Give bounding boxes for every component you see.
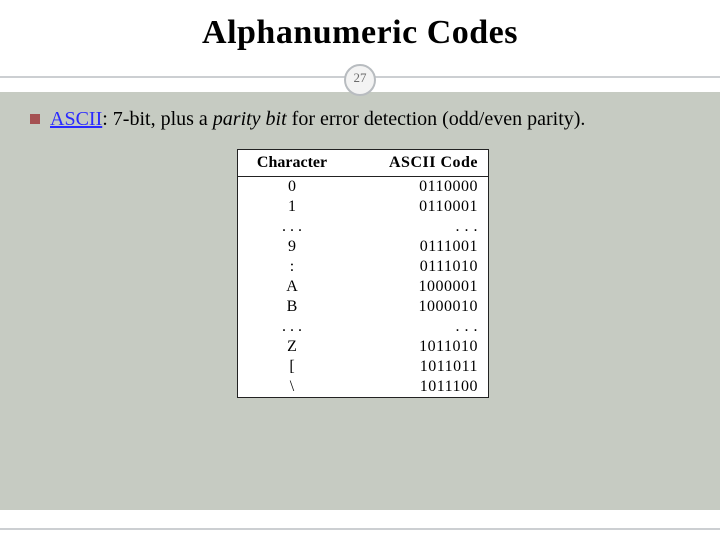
ascii-link[interactable]: ASCII xyxy=(50,108,102,130)
cell-char: \ xyxy=(252,378,332,396)
cell-code: 1000010 xyxy=(378,298,478,316)
cell-code: . . . xyxy=(378,218,478,236)
slide: Alphanumeric Codes 27 ASCII: 7-bit, plus… xyxy=(0,0,720,540)
bullet-text: ASCII: 7-bit, plus a parity bit for erro… xyxy=(50,106,585,133)
ascii-table: Character ASCII Code 0 0110000 1 0110001… xyxy=(237,149,489,398)
table-row: 1 0110001 xyxy=(238,197,488,217)
table-row: A 1000001 xyxy=(238,277,488,297)
bullet-text-part2: for error detection (odd/even parity). xyxy=(287,108,586,130)
cell-char: : xyxy=(252,258,332,276)
cell-char: 1 xyxy=(252,198,332,216)
cell-char: 9 xyxy=(252,238,332,256)
cell-code: . . . xyxy=(378,318,478,336)
cell-char: Z xyxy=(252,338,332,356)
cell-code: 1011011 xyxy=(378,358,478,376)
page-number-badge: 27 xyxy=(344,64,376,96)
cell-code: 1000001 xyxy=(378,278,478,296)
table-row: 9 0111001 xyxy=(238,237,488,257)
cell-code: 0110000 xyxy=(378,178,478,196)
footer-divider xyxy=(0,528,720,530)
cell-char: B xyxy=(252,298,332,316)
table-row: Z 1011010 xyxy=(238,337,488,357)
bullet-italic: parity bit xyxy=(213,108,287,130)
bullet-item: ASCII: 7-bit, plus a parity bit for erro… xyxy=(30,106,696,133)
cell-code: 0111001 xyxy=(378,238,478,256)
table-row: 0 0110000 xyxy=(238,177,488,197)
table-row: \ 1011100 xyxy=(238,377,488,397)
slide-title: Alphanumeric Codes xyxy=(0,0,720,62)
table-row: B 1000010 xyxy=(238,297,488,317)
cell-char: A xyxy=(252,278,332,296)
bullet-text-part1: : 7-bit, plus a xyxy=(102,108,213,130)
table-row: . . . . . . xyxy=(238,217,488,237)
table-row: [ 1011011 xyxy=(238,357,488,377)
cell-char: . . . xyxy=(252,218,332,236)
cell-code: 1011010 xyxy=(378,338,478,356)
bullet-marker xyxy=(30,114,40,124)
cell-char: 0 xyxy=(252,178,332,196)
table-row: : 0111010 xyxy=(238,257,488,277)
cell-code: 0110001 xyxy=(378,198,478,216)
cell-code: 1011100 xyxy=(378,378,478,396)
table-header-character: Character xyxy=(252,154,332,172)
table-header-code: ASCII Code xyxy=(378,154,478,172)
table-header-row: Character ASCII Code xyxy=(238,150,488,177)
slide-body: ASCII: 7-bit, plus a parity bit for erro… xyxy=(0,92,720,510)
table-row: . . . . . . xyxy=(238,317,488,337)
cell-code: 0111010 xyxy=(378,258,478,276)
cell-char: [ xyxy=(252,358,332,376)
title-rule-area: 27 xyxy=(0,62,720,92)
cell-char: . . . xyxy=(252,318,332,336)
